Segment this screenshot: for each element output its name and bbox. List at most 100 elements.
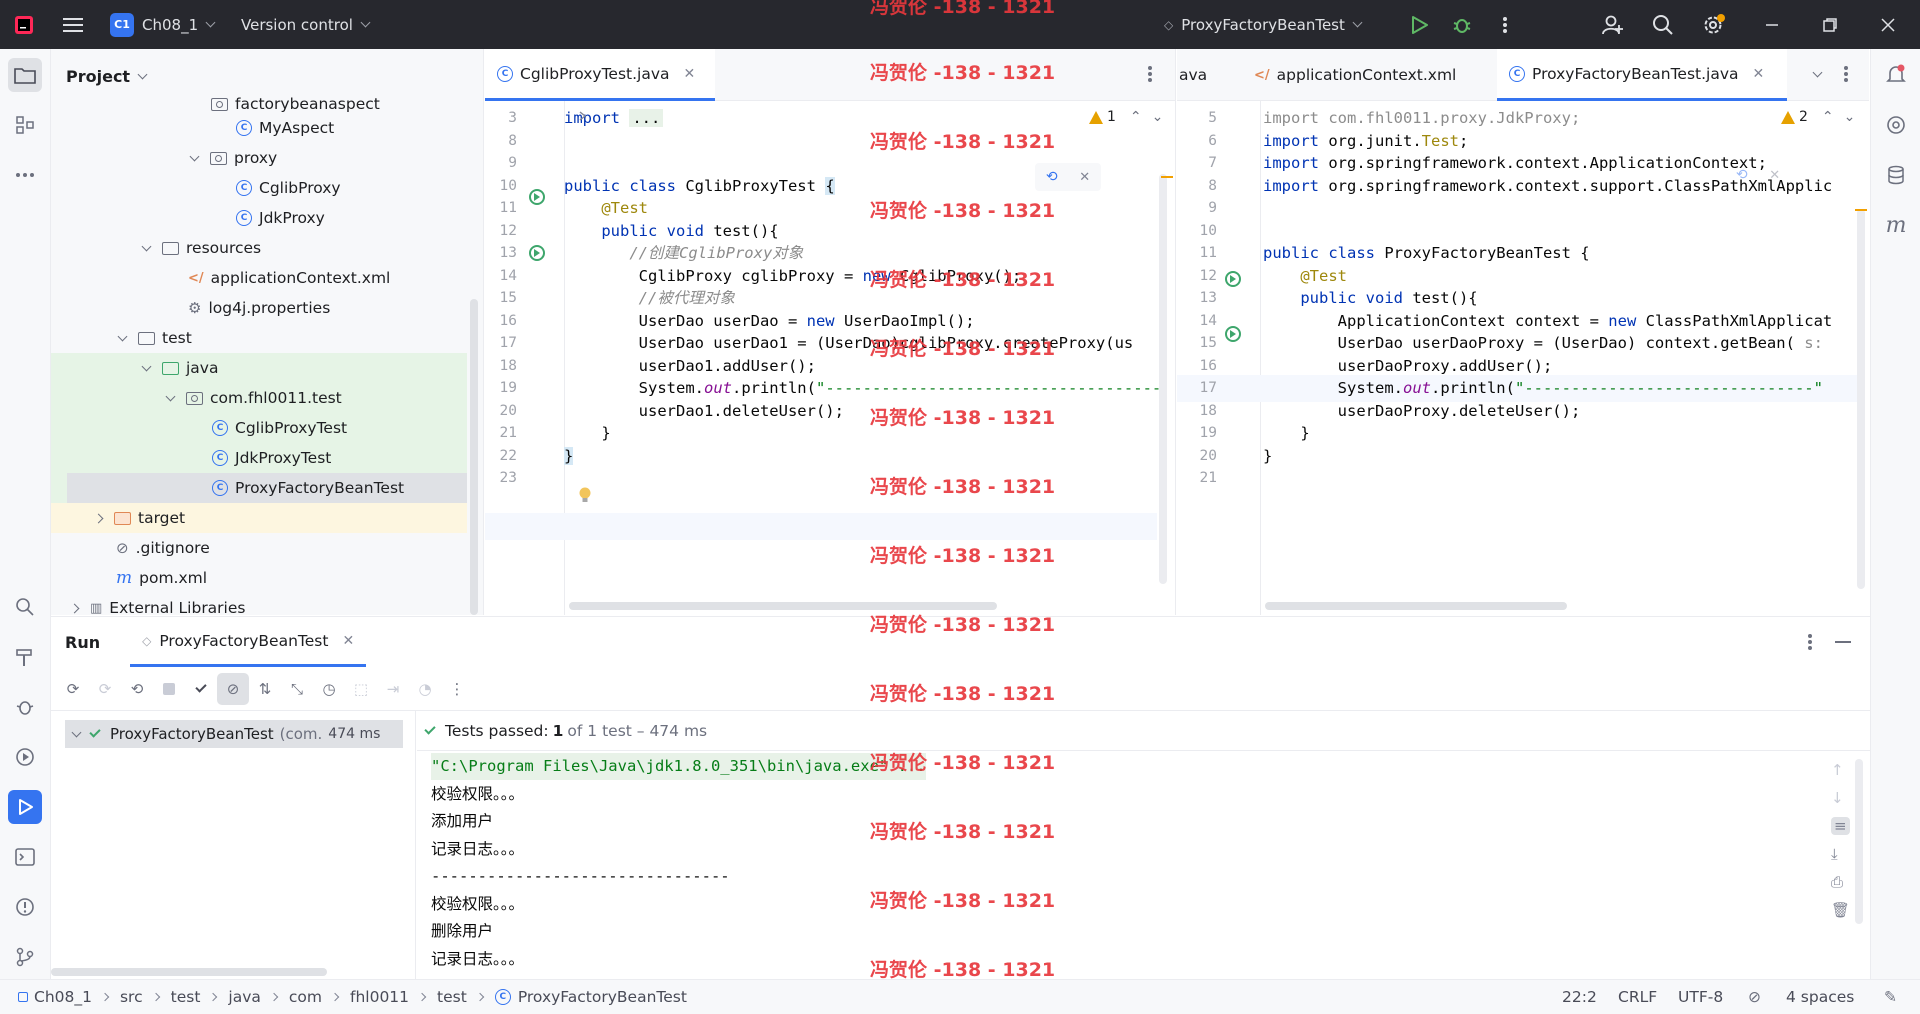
restore-button[interactable] [1823, 0, 1837, 49]
test-history-icon[interactable]: ◷ [313, 673, 345, 705]
show-passed-icon[interactable] [185, 673, 217, 705]
fold-chevron-icon[interactable] [579, 110, 587, 125]
notifications-bell-icon[interactable] [1879, 58, 1913, 92]
tree-item-proxyfactorybeantest[interactable]: C ProxyFactoryBeanTest [67, 473, 467, 503]
more-actions-icon[interactable] [1502, 0, 1508, 49]
indent-setting[interactable]: 4 spaces [1786, 988, 1854, 1006]
hide-panel-icon[interactable] [1835, 641, 1851, 643]
chevron-down-icon[interactable] [117, 331, 128, 341]
console-output[interactable]: "C:\Program Files\Java\jdk1.8.0_351\bin\… [417, 751, 1870, 980]
terminal-tool-icon[interactable] [8, 840, 42, 874]
console-vscrollbar[interactable] [1855, 759, 1863, 924]
clear-trash-icon[interactable]: 🗑 [1831, 901, 1850, 919]
run-button[interactable] [1410, 0, 1428, 49]
warning-stripe-marker[interactable] [1855, 209, 1867, 211]
git-tool-icon[interactable] [8, 940, 42, 974]
settings-gear-icon[interactable] [1702, 0, 1726, 49]
editor-left-hscrollbar[interactable] [569, 602, 997, 610]
test-tree-item[interactable]: ProxyFactoryBeanTest (com. 474 ms [65, 720, 403, 748]
run-class-gutter-icon[interactable] [1225, 271, 1241, 287]
project-scrollbar[interactable] [470, 299, 478, 615]
run-panel-more-icon[interactable] [1807, 633, 1813, 655]
close-tab-icon[interactable]: ✕ [342, 633, 354, 649]
add-user-icon[interactable] [1602, 0, 1624, 49]
tree-item-cglibproxytest[interactable]: C CglibProxyTest [51, 413, 467, 443]
tree-item-gitignore[interactable]: ⊘ .gitignore [51, 533, 467, 563]
up-arrow-icon[interactable]: ↑ [1831, 761, 1850, 779]
code-line[interactable]: userDaoProxy.deleteUser(); [1263, 398, 1581, 425]
breadcrumb-item[interactable]: C ProxyFactoryBeanTest [494, 988, 687, 1006]
run-config-selector[interactable]: ◇ ProxyFactoryBeanTest [1164, 0, 1363, 49]
tab-list-chevron-icon[interactable] [1805, 65, 1823, 80]
import-results-icon[interactable]: ⇥ [377, 673, 409, 705]
prev-warning-icon[interactable]: ⌃ [1130, 109, 1142, 125]
close-window-button[interactable] [1881, 0, 1895, 49]
chevron-right-icon[interactable] [93, 513, 104, 523]
editor-right-hscrollbar[interactable] [1265, 602, 1567, 610]
breadcrumb-item[interactable]: java [228, 988, 260, 1006]
next-warning-icon[interactable]: ⌄ [1844, 109, 1856, 125]
minimize-button[interactable] [1765, 0, 1779, 49]
problems-tool-icon[interactable] [8, 890, 42, 924]
run-class-gutter-icon[interactable] [529, 189, 545, 205]
maven-icon[interactable]: m [1879, 208, 1913, 242]
tree-item-java[interactable]: java [51, 353, 467, 383]
tree-item-cglibproxy[interactable]: C CglibProxy [51, 173, 467, 203]
tree-item-log4j[interactable]: ⚙ log4j.properties [51, 293, 467, 323]
structure-tool-icon[interactable] [8, 108, 42, 142]
show-ignored-icon[interactable]: ⊘ [217, 672, 249, 705]
close-tab-icon[interactable]: ✕ [684, 66, 696, 82]
build-hammer-icon[interactable] [8, 640, 42, 674]
ai-assistant-icon[interactable] [1879, 108, 1913, 142]
tree-item-target[interactable]: target [51, 503, 467, 533]
run-method-gutter-icon[interactable] [529, 245, 545, 261]
app-logo-icon[interactable] [14, 0, 34, 49]
tree-item-jdkproxy[interactable]: C JdkProxy [51, 203, 467, 233]
tab-applicationcontext[interactable]: </ applicationContext.xml [1242, 49, 1468, 101]
tab-more-icon[interactable] [1147, 65, 1153, 87]
chevron-right-icon[interactable] [69, 603, 80, 613]
toolbar-more-icon[interactable]: ⋮ [441, 673, 473, 705]
debug-button[interactable] [1452, 0, 1472, 49]
chevron-down-icon[interactable] [189, 151, 200, 161]
export-results-icon[interactable]: ⬚ [345, 673, 377, 705]
next-warning-icon[interactable]: ⌄ [1152, 109, 1164, 125]
soft-wrap-icon[interactable]: ≡ [1831, 817, 1851, 835]
rerun-icon[interactable]: ⟳ [57, 673, 89, 705]
tree-item-external-libraries[interactable]: ▥ External Libraries [51, 593, 467, 615]
database-icon[interactable] [1879, 158, 1913, 192]
warning-indicator[interactable]: 2 ⌃ ⌄ [1781, 109, 1855, 125]
main-menu-icon[interactable] [62, 0, 84, 49]
editor-right-vscrollbar[interactable] [1857, 209, 1865, 589]
close-icon[interactable]: ✕ [1769, 168, 1780, 183]
find-tool-icon[interactable] [8, 590, 42, 624]
tab-proxyfactorybeantest[interactable]: C ProxyFactoryBeanTest.java ✕ [1497, 49, 1787, 101]
tree-item-application-context[interactable]: </ applicationContext.xml [51, 263, 467, 293]
breadcrumb-item[interactable]: test [171, 988, 201, 1006]
caret-position[interactable]: 22:2 [1562, 988, 1597, 1006]
tree-item-pom[interactable]: m pom.xml [51, 563, 467, 593]
rerun-failed-icon[interactable]: ⟳ [89, 673, 121, 705]
inspection-widget-icon[interactable]: ⊘ [1748, 988, 1761, 1006]
tree-item-test-folder[interactable]: test [51, 323, 467, 353]
intention-bulb-icon[interactable] [578, 487, 592, 509]
project-tool-icon[interactable] [8, 58, 42, 92]
search-icon[interactable] [1652, 0, 1674, 49]
file-encoding[interactable]: UTF-8 [1678, 988, 1723, 1006]
breadcrumb-item[interactable]: com [289, 988, 322, 1006]
readonly-toggle-icon[interactable]: ✎ [1884, 988, 1897, 1006]
run-tab-proxyfactorybeantest[interactable]: ◇ ProxyFactoryBeanTest ✕ [130, 617, 367, 667]
tab-more-icon[interactable] [1843, 65, 1849, 87]
stop-icon[interactable] [153, 673, 185, 705]
tree-item-resources[interactable]: resources [51, 233, 467, 263]
chevron-down-icon[interactable] [141, 361, 152, 371]
sort-alpha-icon[interactable]: ⇅ [249, 673, 281, 705]
scroll-to-end-icon[interactable]: ⤓ [1831, 845, 1850, 863]
breadcrumb-item[interactable]: src [120, 988, 143, 1006]
tree-item-proxy[interactable]: proxy [51, 143, 467, 173]
close-tab-icon[interactable]: ✕ [1753, 66, 1765, 82]
services-tool-icon[interactable] [8, 740, 42, 774]
code-line[interactable]: } [564, 443, 574, 470]
code-line[interactable]: } [1263, 443, 1272, 470]
editor-left-vscrollbar[interactable] [1159, 174, 1167, 584]
